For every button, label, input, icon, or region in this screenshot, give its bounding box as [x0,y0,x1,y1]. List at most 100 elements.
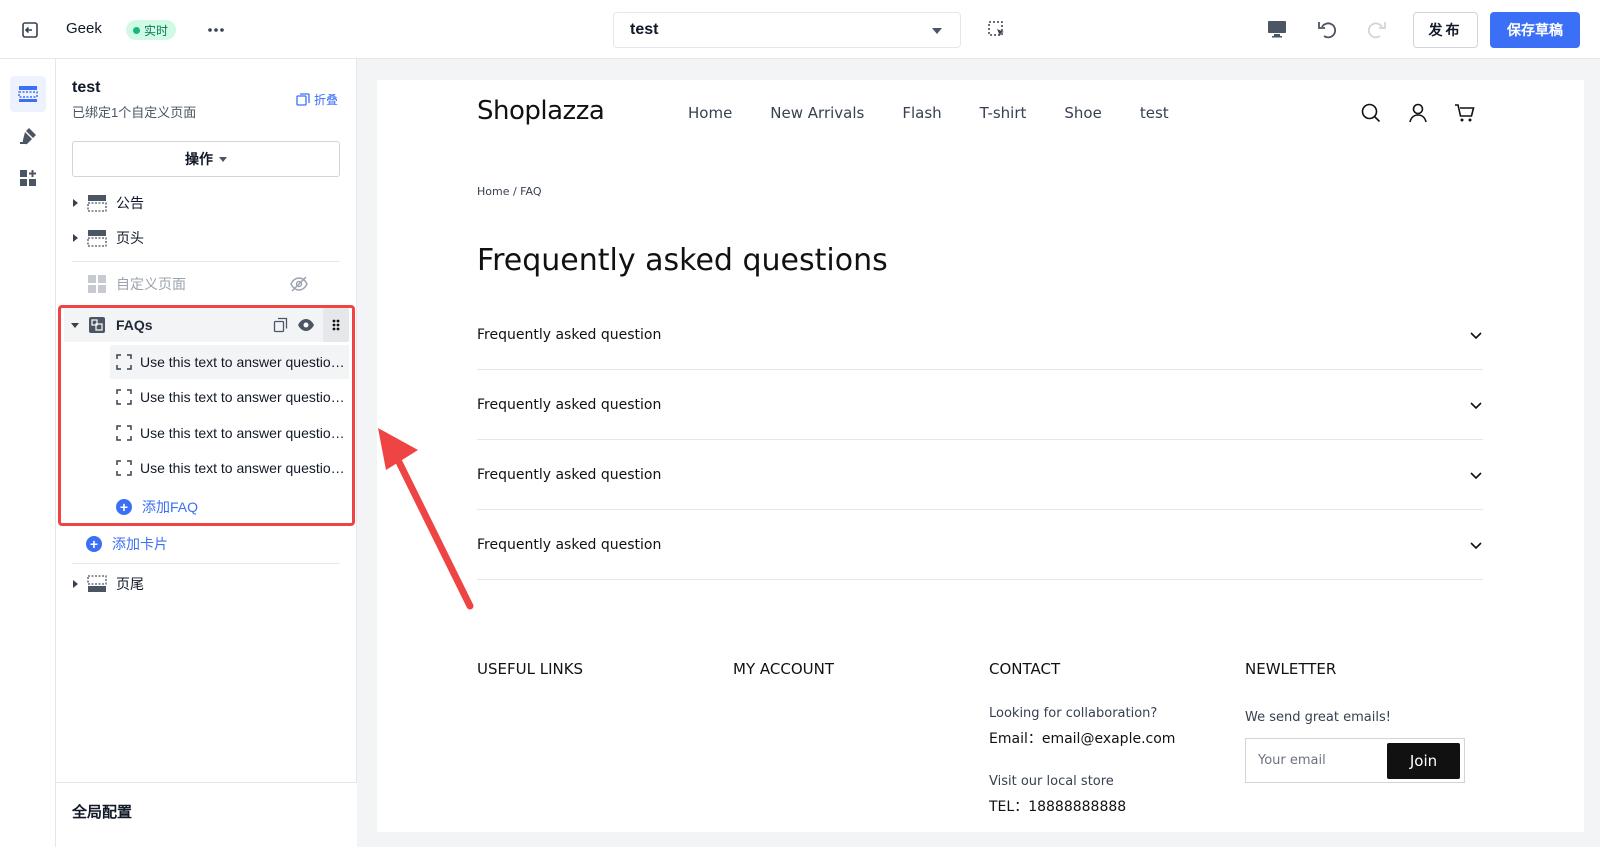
faq-question-text: Frequently asked question [477,466,662,483]
faq-question-row[interactable]: Frequently asked question [477,510,1483,580]
footer-useful-links-heading: USEFUL LINKS [477,660,584,678]
contact-visit-text: Visit our local store [989,774,1114,789]
hidden-eye-icon[interactable] [290,276,308,292]
duplicate-icon[interactable] [273,317,289,333]
exit-icon[interactable] [20,20,40,40]
faq-question-row[interactable]: Frequently asked question [477,440,1483,510]
newsletter-email-input[interactable]: Your email [1258,753,1326,768]
apps-tab-icon[interactable] [10,160,46,196]
section-label: 页头 [116,230,144,246]
faq-block-item[interactable]: Use this text to answer questions [110,380,349,414]
plus-circle-icon: + [86,536,102,552]
footer-section-icon [86,574,108,594]
announcement-section-icon [86,193,108,213]
footer-newsletter-heading: NEWLETTER [1245,660,1337,678]
footer-contact-heading: CONTACT [989,660,1061,678]
desktop-preview-icon[interactable] [1266,19,1288,39]
live-dot-icon [133,26,140,34]
collapse-arrow-icon[interactable] [68,318,82,332]
more-options-icon[interactable] [206,20,226,40]
faq-block-item[interactable]: Use this text to answer questions [110,416,349,450]
section-label: 自定义页面 [116,276,186,292]
faq-block-label: Use this text to answer questions [140,425,345,441]
grid-section-icon [86,274,108,294]
newsletter-text: We send great emails! [1245,710,1391,725]
cart-icon[interactable] [1454,102,1476,124]
top-bar: Geek 实时 test 发布 保存草稿 [0,0,1600,59]
caret-down-icon [219,156,227,162]
save-draft-button[interactable]: 保存草稿 [1490,12,1580,48]
nav-link[interactable]: Home [688,104,732,122]
expand-arrow-icon[interactable] [68,231,82,245]
expand-arrow-icon[interactable] [68,577,82,591]
section-custom-page[interactable]: 自定义页面 [64,267,349,301]
search-icon[interactable] [1360,102,1382,124]
chevron-down-icon [1470,401,1482,409]
operations-dropdown[interactable]: 操作 [72,141,340,177]
live-badge-label: 实时 [144,23,169,38]
section-footer[interactable]: 页尾 [64,567,349,601]
chevron-down-icon [1470,331,1482,339]
faq-question-row[interactable]: Frequently asked question [477,370,1483,440]
undo-icon[interactable] [1316,18,1338,40]
page-selector[interactable]: test [613,12,961,48]
section-announcement[interactable]: 公告 [64,186,349,220]
faq-block-item[interactable]: Use this text to answer questions [110,451,349,485]
faq-block-label: Use this text to answer questions [140,389,345,405]
nav-link[interactable]: Flash [902,104,941,122]
section-header[interactable]: 页头 [64,221,349,255]
section-actions [273,308,349,342]
add-faq-label: 添加FAQ [142,499,199,515]
faq-question-text: Frequently asked question [477,396,662,413]
faq-question-text: Frequently asked question [477,536,662,553]
newsletter-form: Your email Join [1245,738,1465,783]
faq-block-item[interactable]: Use this text to answer questions [110,345,349,379]
collapse-label: 折叠 [314,93,339,107]
theme-style-tab-icon[interactable] [10,118,46,154]
add-faq-button[interactable]: + 添加FAQ [116,497,198,517]
section-label: FAQs [116,317,153,333]
redo-icon[interactable] [1366,18,1388,40]
nav-link[interactable]: Shoe [1064,104,1101,122]
publish-button[interactable]: 发布 [1413,12,1478,48]
divider [72,563,340,564]
join-button[interactable]: Join [1387,743,1460,779]
store-logo[interactable]: Shoplazza [477,96,605,126]
block-frame-icon [116,354,132,370]
faq-question-row[interactable]: Frequently asked question [477,300,1483,370]
chevron-down-icon [1470,541,1482,549]
add-card-button[interactable]: + 添加卡片 [86,534,168,554]
collapse-icon [296,92,310,106]
section-faqs[interactable]: FAQs [64,308,349,342]
element-select-icon[interactable] [987,20,1007,40]
expand-arrow-icon[interactable] [68,196,82,210]
plus-circle-icon: + [116,499,132,515]
nav-link[interactable]: test [1140,104,1169,122]
chevron-down-icon [1470,471,1482,479]
contact-email[interactable]: Email：email@exaple.com [989,728,1175,748]
section-label: 页尾 [116,576,144,592]
faq-section-icon [88,316,106,334]
drag-handle-icon[interactable] [323,308,349,342]
sections-tab-icon[interactable] [10,76,46,112]
panel-title: test [72,79,101,96]
visibility-eye-icon[interactable] [297,318,315,332]
page-title: Frequently asked questions [477,243,888,278]
account-icon[interactable] [1407,102,1429,124]
live-status-badge: 实时 [126,20,177,40]
nav-link[interactable]: T-shirt [980,104,1027,122]
faq-question-text: Frequently asked question [477,326,662,343]
global-config-label: 全局配置 [72,804,133,821]
breadcrumb: Home / FAQ [477,185,542,198]
contact-tel[interactable]: TEL：18888888888 [989,796,1126,816]
nav-link[interactable]: New Arrivals [770,104,864,122]
collapse-button[interactable]: 折叠 [296,91,338,108]
page-selector-value: test [630,21,659,38]
store-nav: Home New Arrivals Flash T-shirt Shoe tes… [688,104,1169,122]
global-config-bar[interactable]: 全局配置 [56,782,357,847]
divider [72,261,340,262]
sections-panel: test 已绑定1个自定义页面 折叠 操作 公告 页头 自定义页面 FAQs U… [56,59,357,847]
panel-subtitle: 已绑定1个自定义页面 [72,105,197,120]
block-frame-icon [116,389,132,405]
store-preview-canvas: Shoplazza Home New Arrivals Flash T-shir… [377,80,1584,832]
